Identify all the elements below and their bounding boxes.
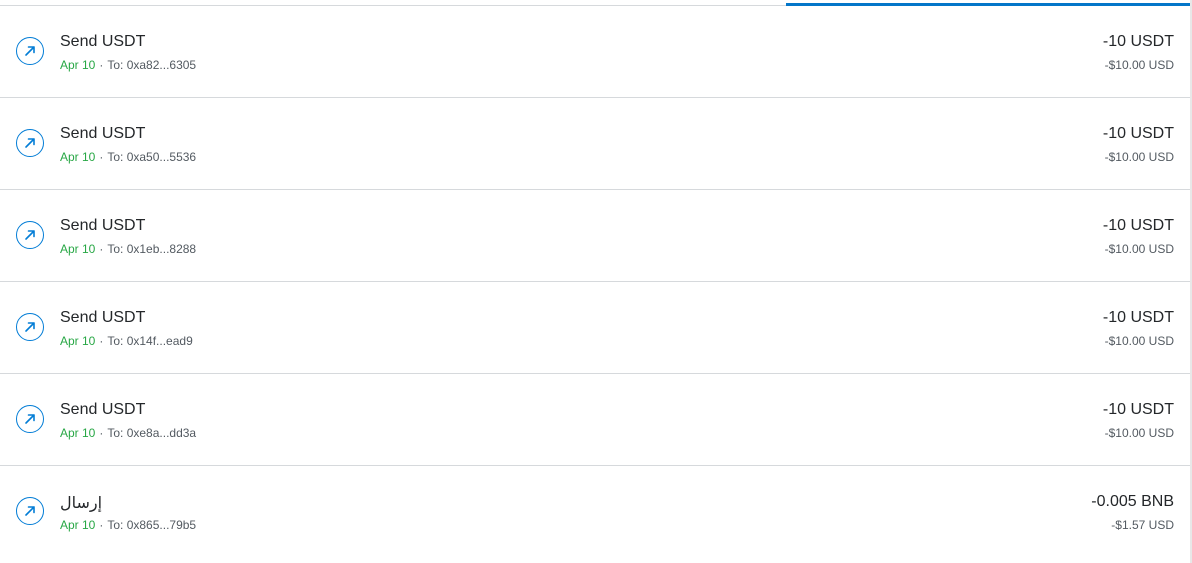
transaction-amount: -10 USDT: [1102, 401, 1174, 418]
transaction-recipient: To: 0xe8a...dd3a: [107, 426, 197, 440]
transaction-date: Apr 10: [60, 58, 96, 72]
transaction-date: Apr 10: [60, 242, 96, 256]
arrow-up-right-icon: [16, 405, 44, 433]
transaction-recipient: To: 0xa82...6305: [107, 58, 197, 72]
transaction-title: Send USDT: [60, 33, 146, 50]
transaction-fiat-amount: -$1.57 USD: [1111, 518, 1174, 532]
transaction-subtitle: Apr 10 · To: 0x14f...ead9: [60, 334, 193, 348]
arrow-up-right-icon: [16, 129, 44, 157]
arrow-up-right-icon: [16, 497, 44, 525]
transaction-subtitle: Apr 10 · To: 0xa82...6305: [60, 58, 196, 72]
transaction-recipient: To: 0x865...79b5: [107, 518, 197, 532]
transaction-date: Apr 10: [60, 518, 96, 532]
transaction-subtitle: Apr 10 · To: 0xe8a...dd3a: [60, 426, 196, 440]
transaction-recipient: To: 0xa50...5536: [107, 150, 197, 164]
transaction-amount: -0.005 BNB: [1091, 493, 1174, 510]
transaction-row[interactable]: Send USDT Apr 10 · To: 0xa50...5536 -10 US…: [0, 98, 1190, 190]
separator-dot: ·: [99, 150, 104, 164]
transaction-subtitle: Apr 10 · To: 0x865...79b5: [60, 518, 196, 532]
transaction-date: Apr 10: [60, 426, 96, 440]
transaction-title: Send USDT: [60, 309, 146, 326]
transaction-fiat-amount: -$10.00 USD: [1104, 334, 1174, 348]
transaction-row[interactable]: Send USDT Apr 10 · To: 0xa82...6305 -10 US…: [0, 6, 1190, 98]
transaction-subtitle: Apr 10 · To: 0x1eb...8288: [60, 242, 196, 256]
transaction-title: Send USDT: [60, 217, 146, 234]
arrow-up-right-icon: [16, 37, 44, 65]
separator-dot: ·: [99, 426, 104, 440]
activity-panel: Send USDT Apr 10 · To: 0xa82...6305 -10 US…: [0, 0, 1192, 563]
transaction-recipient: To: 0x14f...ead9: [107, 334, 193, 348]
transaction-amount: -10 USDT: [1102, 125, 1174, 142]
transaction-amount: -10 USDT: [1102, 309, 1174, 326]
transaction-row[interactable]: إرسال Apr 10 · To: 0x865...79b5 -0.005 BNB…: [0, 466, 1190, 558]
transaction-row[interactable]: Send USDT Apr 10 · To: 0x14f...ead9 -10 US…: [0, 282, 1190, 374]
transaction-title: Send USDT: [60, 401, 146, 418]
transaction-date: Apr 10: [60, 150, 96, 164]
transaction-fiat-amount: -$10.00 USD: [1104, 150, 1174, 164]
transaction-row[interactable]: Send USDT Apr 10 · To: 0x1eb...8288 -10 US…: [0, 190, 1190, 282]
separator-dot: ·: [99, 518, 104, 532]
separator-dot: ·: [99, 242, 104, 256]
separator-dot: ·: [99, 334, 104, 348]
arrow-up-right-icon: [16, 221, 44, 249]
transaction-date: Apr 10: [60, 334, 96, 348]
transaction-recipient: To: 0x1eb...8288: [107, 242, 197, 256]
separator-dot: ·: [99, 58, 104, 72]
transaction-subtitle: Apr 10 · To: 0xa50...5536: [60, 150, 196, 164]
transaction-list: Send USDT Apr 10 · To: 0xa82...6305 -10 US…: [0, 6, 1190, 558]
arrow-up-right-icon: [16, 313, 44, 341]
transaction-fiat-amount: -$10.00 USD: [1104, 426, 1174, 440]
transaction-title: Send USDT: [60, 125, 146, 142]
transaction-title: إرسال: [60, 495, 103, 512]
transaction-fiat-amount: -$10.00 USD: [1104, 58, 1174, 72]
transaction-row[interactable]: Send USDT Apr 10 · To: 0xe8a...dd3a -10 US…: [0, 374, 1190, 466]
transaction-amount: -10 USDT: [1102, 217, 1174, 234]
transaction-fiat-amount: -$10.00 USD: [1104, 242, 1174, 256]
transaction-amount: -10 USDT: [1102, 33, 1174, 50]
